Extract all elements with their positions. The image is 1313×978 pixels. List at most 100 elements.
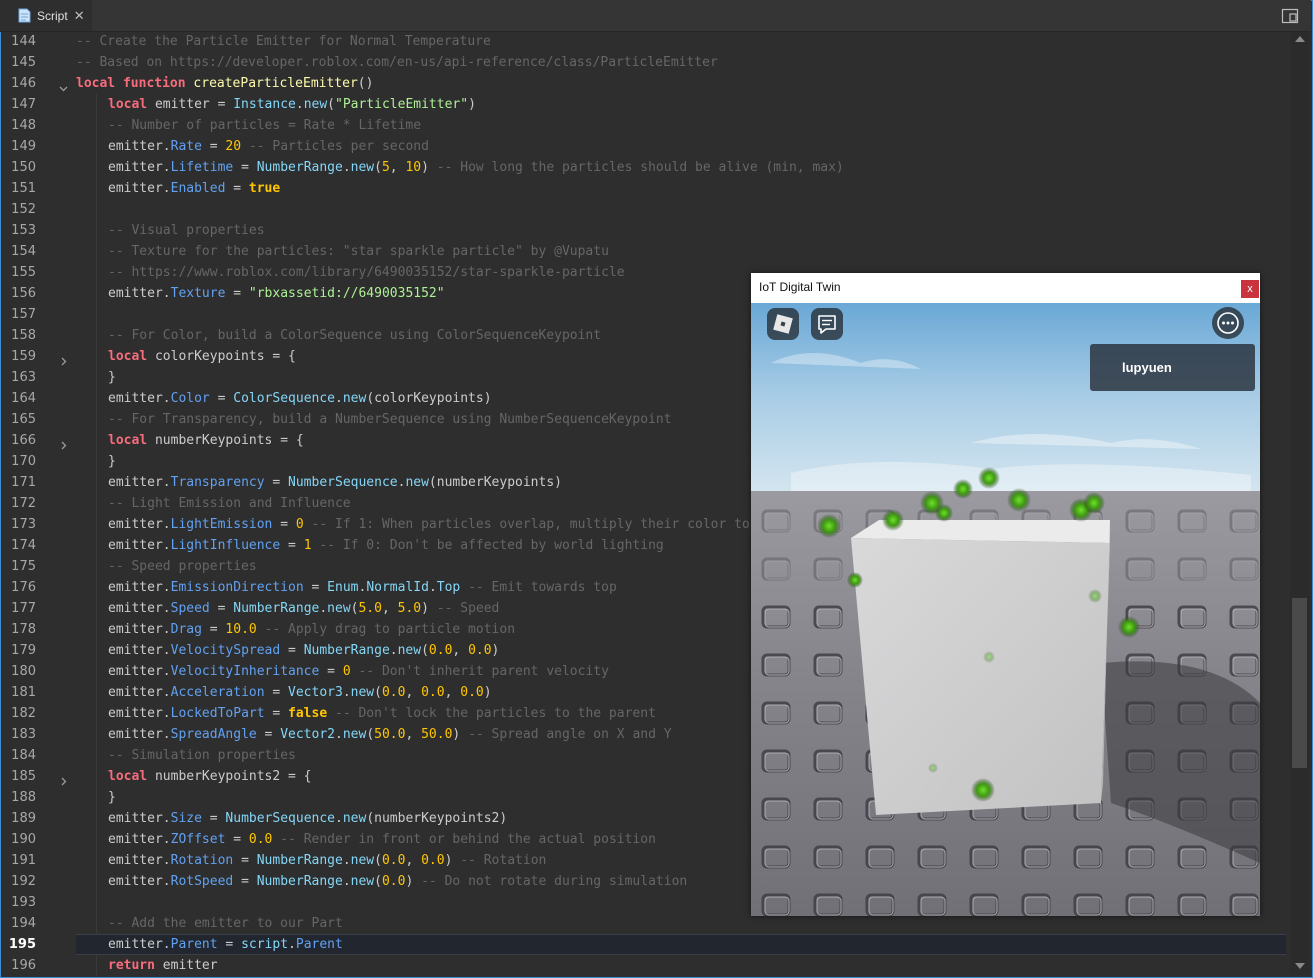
code-text: -- Visual properties (108, 220, 265, 241)
code-token: script (241, 937, 289, 952)
code-line[interactable]: 196 return emitter (1, 955, 1289, 975)
scrollbar-thumb[interactable] (1292, 598, 1307, 768)
code-token: new (350, 853, 375, 868)
code-token: 20 (225, 139, 242, 154)
code-line[interactable]: 154 -- Texture for the particles: "star s… (1, 241, 1289, 262)
code-text: emitter.SpreadAngle = Vector2.new(50.0, … (108, 724, 672, 745)
code-text: local colorKeypoints = { (108, 346, 296, 367)
code-line[interactable]: 153 -- Visual properties (1, 220, 1289, 241)
line-number: 182 (11, 706, 36, 721)
code-text: return emitter (108, 955, 218, 975)
code-token: ColorSequence (233, 391, 335, 406)
code-text: emitter.Size = NumberSequence.new(number… (108, 808, 507, 829)
game-window-close-button[interactable]: x (1241, 280, 1259, 298)
code-token: Rotation (170, 853, 234, 868)
code-text: emitter.ZOffset = 0.0 -- Render in front… (108, 829, 656, 850)
line-number: 149 (11, 139, 36, 154)
code-token: -- Render in front or behind the actual … (280, 832, 656, 847)
code-token: } (108, 454, 116, 469)
code-line[interactable]: 144 -- Create the Particle Emitter for No… (1, 32, 1289, 52)
code-token: = (201, 622, 226, 637)
tab-close-icon[interactable]: ✕ (74, 9, 85, 22)
vertical-scrollbar[interactable] (1290, 32, 1310, 975)
player-list-entry[interactable]: lupyuen (1090, 344, 1255, 391)
code-token: numberKeypoints2 = { (147, 769, 312, 784)
code-line[interactable]: 149 emitter.Rate = 20 -- Particles per se… (1, 136, 1289, 157)
code-token: 0 (295, 517, 304, 532)
code-line[interactable]: 147 local emitter = Instance.new("Particl… (1, 94, 1289, 115)
code-token: , (444, 685, 461, 700)
code-token: Size (170, 811, 202, 826)
code-text: emitter.VelocityInheritance = 0 -- Don't… (108, 661, 609, 682)
game-viewport[interactable]: lupyuen (751, 303, 1260, 916)
code-text: emitter.Color = ColorSequence.new(colorK… (108, 388, 492, 409)
code-token: -- Apply drag to particle motion (264, 622, 516, 637)
code-token: emitter. (108, 580, 171, 595)
code-token: 10 (405, 160, 422, 175)
code-token: RotSpeed (170, 874, 234, 889)
code-line[interactable]: 152 (1, 199, 1289, 220)
code-token: emitter. (108, 286, 171, 301)
code-line[interactable]: 146 local function createParticleEmitter(… (1, 73, 1289, 94)
code-token: , (389, 160, 406, 175)
roblox-logo-icon[interactable] (767, 308, 799, 340)
fold-collapsed-icon[interactable] (59, 772, 68, 786)
code-token: } (108, 790, 116, 805)
fold-collapsed-icon[interactable] (59, 352, 68, 366)
code-token: LightEmission (170, 517, 273, 532)
code-line[interactable]: 194 -- Add the emitter to our Part (1, 913, 1289, 934)
code-token: new (303, 97, 328, 112)
code-token: emitter. (108, 601, 171, 616)
code-token: (numberKeypoints2) (366, 811, 508, 826)
more-options-icon[interactable] (1212, 307, 1244, 339)
code-token: = (201, 811, 226, 826)
dock-layout-icon[interactable] (1281, 7, 1299, 25)
code-token: Rate (170, 139, 202, 154)
code-token: Enum (327, 580, 359, 595)
code-token: emitter. (108, 181, 171, 196)
code-token: . (295, 97, 304, 112)
code-token: , (405, 853, 422, 868)
code-line[interactable]: 150 emitter.Lifetime = NumberRange.new(5,… (1, 157, 1289, 178)
scroll-up-icon[interactable] (1295, 36, 1305, 42)
line-number: 155 (11, 265, 36, 280)
fold-expanded-icon[interactable] (59, 79, 68, 92)
code-token: = (280, 643, 304, 658)
code-text: -- For Color, build a ColorSequence usin… (108, 325, 601, 346)
code-token: colorKeypoints = { (147, 349, 296, 364)
fold-collapsed-icon[interactable] (59, 436, 68, 450)
code-token: -- Simulation properties (108, 748, 296, 763)
code-token: = (264, 706, 289, 721)
game-window[interactable]: IoT Digital Twin x lupyuen (751, 273, 1260, 916)
chat-icon[interactable] (811, 308, 843, 340)
code-text: -- Speed properties (108, 556, 257, 577)
code-line[interactable]: 151 emitter.Enabled = true (1, 178, 1289, 199)
code-token: emitter (154, 958, 218, 973)
code-token: -- Rotation (460, 853, 547, 868)
code-token: NumberRange (233, 601, 320, 616)
code-token: Lifetime (170, 160, 234, 175)
tab-script[interactable]: Script ✕ (0, 0, 92, 31)
code-text: emitter.RotSpeed = NumberRange.new(0.0) … (108, 871, 687, 892)
code-line[interactable]: 195 emitter.Parent = script.Parent (1, 934, 1289, 955)
code-text: local numberKeypoints = { (108, 430, 304, 451)
code-text: } (108, 367, 116, 388)
code-line[interactable]: 145 -- Based on https://developer.roblox.… (1, 52, 1289, 73)
scroll-down-icon[interactable] (1295, 963, 1305, 969)
code-token: } (108, 370, 116, 385)
code-text: -- Texture for the particles: "star spar… (108, 241, 609, 262)
code-token: = (264, 685, 289, 700)
code-text: emitter.Rotation = NumberRange.new(0.0, … (108, 850, 546, 871)
code-token: ) (405, 874, 422, 889)
code-token: new (397, 643, 422, 658)
code-token: . (428, 580, 437, 595)
code-token: ) (468, 97, 476, 112)
code-token: -- Emit towards top (468, 580, 617, 595)
code-token: ( (327, 97, 335, 112)
code-text: -- https://www.roblox.com/library/649003… (108, 262, 625, 283)
code-token: "rbxassetid://6490035152" (248, 286, 445, 301)
code-token: , (405, 727, 422, 742)
code-token: new (350, 685, 375, 700)
code-line[interactable]: 148 -- Number of particles = Rate * Lifet… (1, 115, 1289, 136)
